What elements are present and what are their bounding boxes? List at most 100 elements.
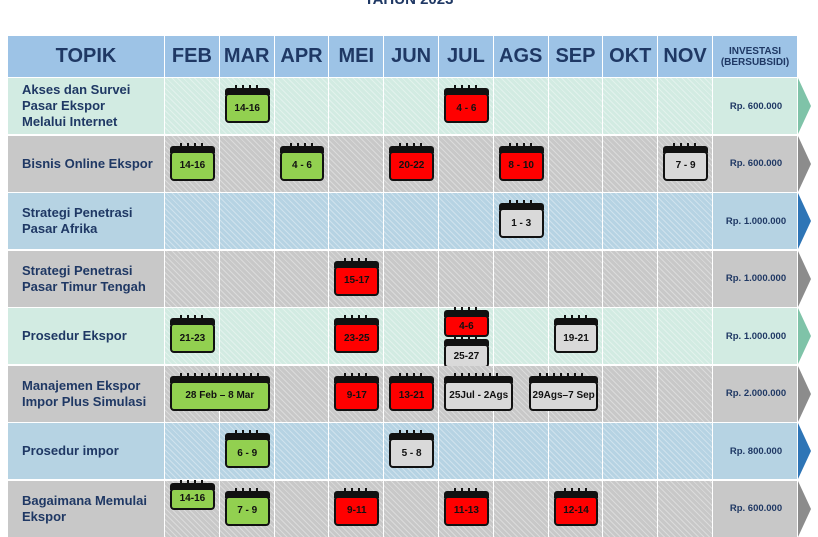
schedule-date-calendar-icon: 1 - 3 [498, 200, 544, 238]
schedule-date-calendar-icon: 15-17 [334, 257, 380, 296]
schedule-date-calendar-icon: 12-14 [553, 487, 599, 526]
month-header-mei: MEI [329, 36, 385, 77]
schedule-date-calendar-icon: 7 - 9 [663, 142, 708, 181]
training-schedule-table: TOPIK FEB MAR APR MEI JUN JUL AGS SEP OKT NOV INV… [0, 0, 818, 537]
month-cell [219, 308, 275, 364]
schedule-row: Akses dan Survei Pasar Ekspor Melalui Inte… [8, 78, 811, 134]
schedule-row: Bisnis Online Ekspor Rp. 600.000 14-16 4 - … [8, 135, 811, 192]
month-header-feb: FEB [165, 36, 220, 77]
month-cell [603, 308, 659, 364]
topic-label-line: Melalui Internet [22, 114, 118, 129]
schedule-row: Bagaimana Memulai Ekspor Rp. 600.000 14-16 7… [8, 479, 811, 537]
schedule-row: Manajemen Ekspor Impor Plus Simulasi Rp. 2… [8, 365, 811, 422]
investment-price: Rp. 2.000.000 [725, 388, 787, 399]
month-cell [658, 250, 713, 307]
month-cell [658, 480, 713, 537]
schedule-date-calendar-icon: 8 - 10 [498, 142, 544, 181]
month-header-ags: AGS [493, 36, 549, 77]
schedule-date-calendar-icon: 19-21 [553, 315, 599, 353]
topic-label: Manajemen Ekspor Impor Plus Simulasi [22, 366, 162, 422]
schedule-date-calendar-icon: 7 - 9 [224, 487, 270, 526]
month-cell [658, 193, 713, 249]
month-cell [658, 78, 713, 134]
month-header-nov: NOV [658, 36, 713, 77]
topic-label-line: Strategi Penetrasi [22, 262, 133, 278]
month-cell [603, 250, 659, 307]
month-cell [274, 308, 330, 364]
schedule-date-calendar-icon: 21-23 [170, 315, 215, 353]
topic-column-header: TOPIK [8, 36, 165, 77]
month-cell [274, 480, 330, 537]
row-arrow-icon [798, 193, 811, 249]
investment-price: Rp. 600.000 [729, 100, 783, 112]
month-cell [493, 78, 549, 134]
schedule-date-calendar-icon: 28 Feb – 8 Mar [170, 372, 270, 411]
topic-label-line: Pasar Timur Tengah [22, 278, 146, 294]
month-cell [274, 423, 330, 479]
month-cell [603, 135, 659, 192]
month-cell [384, 78, 439, 134]
month-cell [165, 250, 220, 307]
schedule-date-calendar-icon: 9-17 [334, 372, 380, 411]
month-cell [384, 480, 439, 537]
investment-price: Rp. 600.000 [729, 503, 783, 514]
investment-price: Rp. 1.000.000 [725, 215, 787, 227]
investment-price: Rp. 600.000 [729, 158, 783, 169]
topic-label-line: Bagaimana Memulai [22, 492, 147, 508]
topic-label: Bisnis Online Ekspor [22, 136, 162, 192]
topic-label: Strategi Penetrasi Pasar Afrika [22, 193, 162, 249]
row-arrow-icon [798, 308, 811, 364]
topic-label-line: Pasar Ekspor [22, 98, 106, 113]
topic-label-line: Prosedur impor [22, 443, 119, 458]
month-cell [384, 193, 439, 249]
month-cell [274, 193, 330, 249]
investment-price: Rp. 1.000.000 [725, 330, 787, 342]
topic-label-line: Strategi Penetrasi [22, 205, 133, 220]
schedule-date-calendar-icon: 25Jul - 2Ags [444, 372, 514, 411]
month-cell [493, 308, 549, 364]
investment-header-line2: (BERSUBSIDI) [720, 56, 790, 68]
topic-label-line: Pasar Afrika [22, 221, 98, 236]
topic-label: Prosedur impor [22, 423, 162, 479]
month-cell [603, 78, 659, 134]
month-cell [439, 135, 494, 192]
topic-label-line: Prosedur Ekspor [22, 328, 127, 343]
month-cell [548, 135, 604, 192]
month-cell [548, 193, 604, 249]
topic-label: Bagaimana Memulai Ekspor [22, 481, 162, 537]
month-cell [603, 423, 659, 479]
topic-label-line: Akses dan Survei [22, 82, 131, 97]
schedule-row: Prosedur impor Rp. 800.000 6 - 9 5 - 8 [8, 423, 811, 479]
schedule-date-calendar-icon: 20-22 [389, 142, 434, 181]
month-cell [493, 423, 549, 479]
row-arrow-icon [798, 480, 811, 537]
row-arrow-icon [798, 423, 811, 479]
schedule-date-calendar-icon: 11-13 [444, 487, 489, 526]
topic-label-line: Impor Plus Simulasi [22, 393, 147, 409]
investment-header-line1: INVESTASI [728, 45, 782, 57]
schedule-date-calendar-icon: 29Ags–7 Sep [528, 372, 599, 411]
month-cell [658, 308, 713, 364]
month-cell [274, 78, 330, 134]
month-cell [548, 423, 604, 479]
month-cell [439, 193, 494, 249]
investment-price: Rp. 800.000 [729, 445, 783, 457]
schedule-date-calendar-icon: 23-25 [334, 315, 380, 353]
month-cell [384, 308, 439, 364]
schedule-row: Strategi Penetrasi Pasar Timur Tengah Rp. … [8, 250, 811, 307]
month-cell [329, 78, 385, 134]
month-cell [603, 193, 659, 249]
month-cell [219, 193, 275, 249]
month-cell [219, 135, 275, 192]
month-cell [439, 250, 494, 307]
schedule-date-calendar-icon: 6 - 9 [224, 430, 270, 468]
topic-label-line: Bisnis Online Ekspor [22, 155, 153, 171]
month-header-okt: OKT [603, 36, 659, 77]
topic-label: Prosedur Ekspor [22, 308, 162, 364]
month-header-apr: APR [274, 36, 330, 77]
schedule-date-calendar-icon: 14-16 [170, 142, 215, 181]
schedule-row: Strategi Penetrasi Pasar Afrika Rp. 1.000.… [8, 193, 811, 249]
month-cell [493, 250, 549, 307]
month-cell [165, 423, 220, 479]
month-cell [274, 365, 330, 422]
